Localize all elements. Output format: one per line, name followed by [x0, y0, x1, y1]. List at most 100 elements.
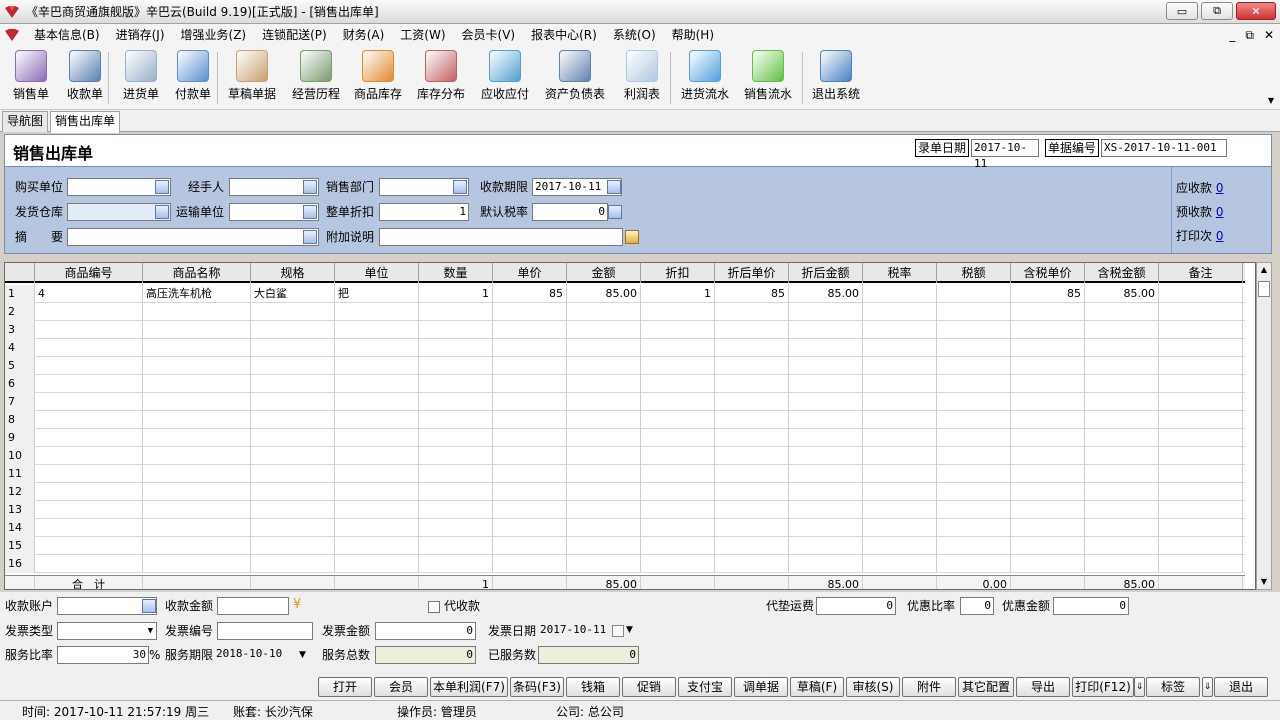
table-cell[interactable] [251, 429, 335, 447]
table-cell[interactable] [567, 537, 641, 555]
mdi-restore-button[interactable]: ⧉ [1245, 28, 1254, 43]
toolbar-sales-flow-button[interactable]: 销售流水 [737, 50, 799, 102]
table-cell[interactable] [863, 537, 937, 555]
adjust-doc-button[interactable]: 调单据 [734, 677, 788, 697]
table-cell[interactable] [1085, 339, 1159, 357]
table-cell[interactable] [1159, 285, 1243, 303]
column-header[interactable]: 单价 [493, 263, 567, 283]
table-cell[interactable] [493, 321, 567, 339]
table-cell[interactable] [35, 501, 143, 519]
table-row[interactable]: 12 [5, 483, 1245, 501]
table-cell[interactable] [251, 537, 335, 555]
table-cell[interactable] [251, 339, 335, 357]
table-cell[interactable] [1159, 501, 1243, 519]
table-row[interactable]: 15 [5, 537, 1245, 555]
table-cell[interactable] [937, 375, 1011, 393]
column-header[interactable]: 税额 [937, 263, 1011, 283]
table-cell[interactable] [143, 411, 251, 429]
table-cell[interactable] [335, 393, 419, 411]
table-cell[interactable] [863, 411, 937, 429]
table-cell[interactable] [1011, 555, 1085, 573]
table-row[interactable]: 9 [5, 429, 1245, 447]
table-cell[interactable] [419, 303, 493, 321]
invoice-amount-input[interactable]: 0 [375, 622, 476, 640]
table-cell[interactable] [715, 339, 789, 357]
table-cell[interactable]: 85 [1011, 285, 1085, 303]
table-cell[interactable] [493, 429, 567, 447]
table-cell[interactable] [1159, 447, 1243, 465]
table-cell[interactable] [335, 555, 419, 573]
table-cell[interactable] [1085, 465, 1159, 483]
table-cell[interactable] [937, 483, 1011, 501]
buyer-picker-icon[interactable] [155, 180, 169, 194]
table-cell[interactable] [1011, 447, 1085, 465]
table-cell[interactable] [715, 519, 789, 537]
table-cell[interactable] [1085, 357, 1159, 375]
table-cell[interactable] [419, 465, 493, 483]
table-cell[interactable] [937, 339, 1011, 357]
table-row[interactable]: 10 [5, 447, 1245, 465]
table-cell[interactable] [937, 411, 1011, 429]
table-cell[interactable] [251, 303, 335, 321]
discount-input[interactable]: 1 [379, 203, 469, 221]
table-cell[interactable] [335, 303, 419, 321]
table-cell[interactable] [1011, 483, 1085, 501]
table-cell[interactable] [493, 447, 567, 465]
table-cell[interactable] [419, 321, 493, 339]
table-cell[interactable] [567, 501, 641, 519]
table-cell[interactable] [789, 321, 863, 339]
table-cell[interactable] [937, 303, 1011, 321]
table-cell[interactable] [863, 555, 937, 573]
printed-link[interactable]: 0 [1216, 229, 1224, 243]
table-cell[interactable] [567, 303, 641, 321]
table-cell[interactable] [863, 357, 937, 375]
toolbar-stock-button[interactable]: 商品库存 [347, 50, 409, 102]
menu-help[interactable]: 帮助(H) [664, 24, 722, 46]
table-cell[interactable] [715, 321, 789, 339]
tax-picker-icon[interactable] [608, 205, 622, 219]
table-cell[interactable] [715, 465, 789, 483]
minimize-button[interactable]: ▭ [1166, 2, 1198, 20]
table-cell[interactable] [1159, 339, 1243, 357]
table-cell[interactable] [863, 393, 937, 411]
table-cell[interactable] [1011, 501, 1085, 519]
table-cell[interactable] [335, 375, 419, 393]
column-header[interactable]: 金额 [567, 263, 641, 283]
table-cell[interactable] [143, 519, 251, 537]
table-cell[interactable] [567, 339, 641, 357]
table-cell[interactable] [419, 357, 493, 375]
table-cell[interactable] [251, 555, 335, 573]
table-cell[interactable] [641, 303, 715, 321]
receivable-link[interactable]: 0 [1216, 181, 1224, 195]
table-cell[interactable] [567, 357, 641, 375]
table-cell[interactable] [35, 321, 143, 339]
table-row[interactable]: 7 [5, 393, 1245, 411]
other-config-button[interactable]: 其它配置 [958, 677, 1014, 697]
scroll-down-icon[interactable]: ▼ [1257, 575, 1271, 589]
table-cell[interactable] [251, 321, 335, 339]
table-cell[interactable]: 85.00 [567, 285, 641, 303]
table-cell[interactable] [789, 537, 863, 555]
table-cell[interactable] [493, 339, 567, 357]
received-input[interactable] [217, 597, 289, 615]
due-picker-icon[interactable] [607, 180, 621, 194]
table-row[interactable]: 1 4 高压洗车机枪 大白鲨把 1 85 85.00 1 85 85.00 85 85.00 [5, 285, 1245, 303]
table-cell[interactable]: 高压洗车机枪 [143, 285, 251, 303]
column-header[interactable]: 数量 [419, 263, 493, 283]
audit-button[interactable]: 审核(S) [846, 677, 900, 697]
table-cell[interactable] [143, 555, 251, 573]
table-cell[interactable] [789, 465, 863, 483]
table-cell[interactable] [251, 393, 335, 411]
menu-finance[interactable]: 财务(A) [335, 24, 393, 46]
table-cell[interactable] [251, 465, 335, 483]
table-row[interactable]: 2 [5, 303, 1245, 321]
entry-date-field[interactable]: 2017-10-11 [971, 139, 1039, 170]
table-cell[interactable] [567, 411, 641, 429]
account-picker-icon[interactable] [142, 599, 156, 613]
table-cell[interactable] [251, 411, 335, 429]
table-cell[interactable] [567, 429, 641, 447]
column-header[interactable]: 折后金额 [789, 263, 863, 283]
table-cell[interactable] [35, 447, 143, 465]
print-button[interactable]: 打印(F12) [1072, 677, 1134, 697]
table-cell[interactable] [937, 429, 1011, 447]
